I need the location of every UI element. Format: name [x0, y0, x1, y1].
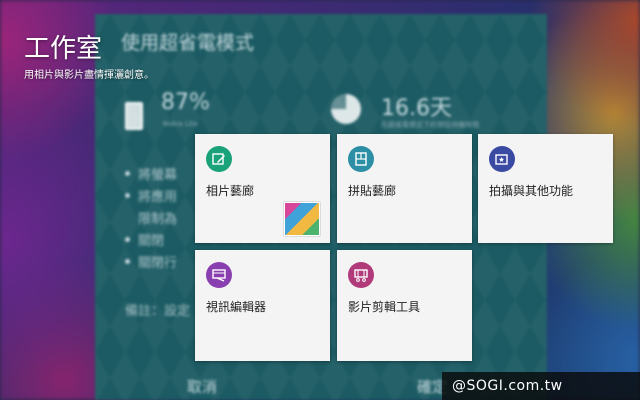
tile-capture-more[interactable]: 拍攝與其他功能	[478, 134, 613, 243]
video-editor-icon	[206, 262, 232, 288]
battery-sub: Nokia Lite	[163, 120, 198, 128]
camera-studio-icon	[489, 146, 515, 172]
battery-percent: 87%	[161, 90, 210, 115]
tile-video-trimmer[interactable]: 影片剪輯工具	[337, 250, 472, 361]
tile-label: 影片剪輯工具	[348, 300, 421, 314]
tile-photo-editor[interactable]: 相片藝廊	[195, 134, 330, 243]
standby-days: 16.6天	[381, 96, 452, 121]
photo-editor-icon	[206, 146, 232, 172]
cancel-button: 取消	[187, 378, 218, 396]
tile-label: 視訊編輯器	[206, 300, 267, 314]
clock-icon	[331, 94, 361, 124]
background-dialog-title: 使用超省電模式	[121, 32, 255, 54]
page-title: 工作室	[24, 34, 103, 64]
tile-label: 拍攝與其他功能	[489, 184, 574, 198]
video-trimmer-icon	[348, 262, 374, 288]
page-subtitle: 用相片與影片盡情揮灑創意。	[24, 70, 154, 81]
collage-icon	[348, 146, 374, 172]
photo-thumbnail	[284, 202, 320, 236]
watermark: @SOGI.com.tw	[442, 372, 640, 400]
tile-collage[interactable]: 拼貼藝廊	[337, 134, 472, 243]
tile-label: 拼貼藝廊	[348, 184, 397, 198]
tile-video-editor[interactable]: 視訊編輯器	[195, 250, 330, 361]
standby-days-sub: 在超省電模式下的預估待機時間	[381, 121, 479, 129]
tile-label: 相片藝廊	[206, 184, 255, 198]
battery-icon	[125, 102, 143, 130]
